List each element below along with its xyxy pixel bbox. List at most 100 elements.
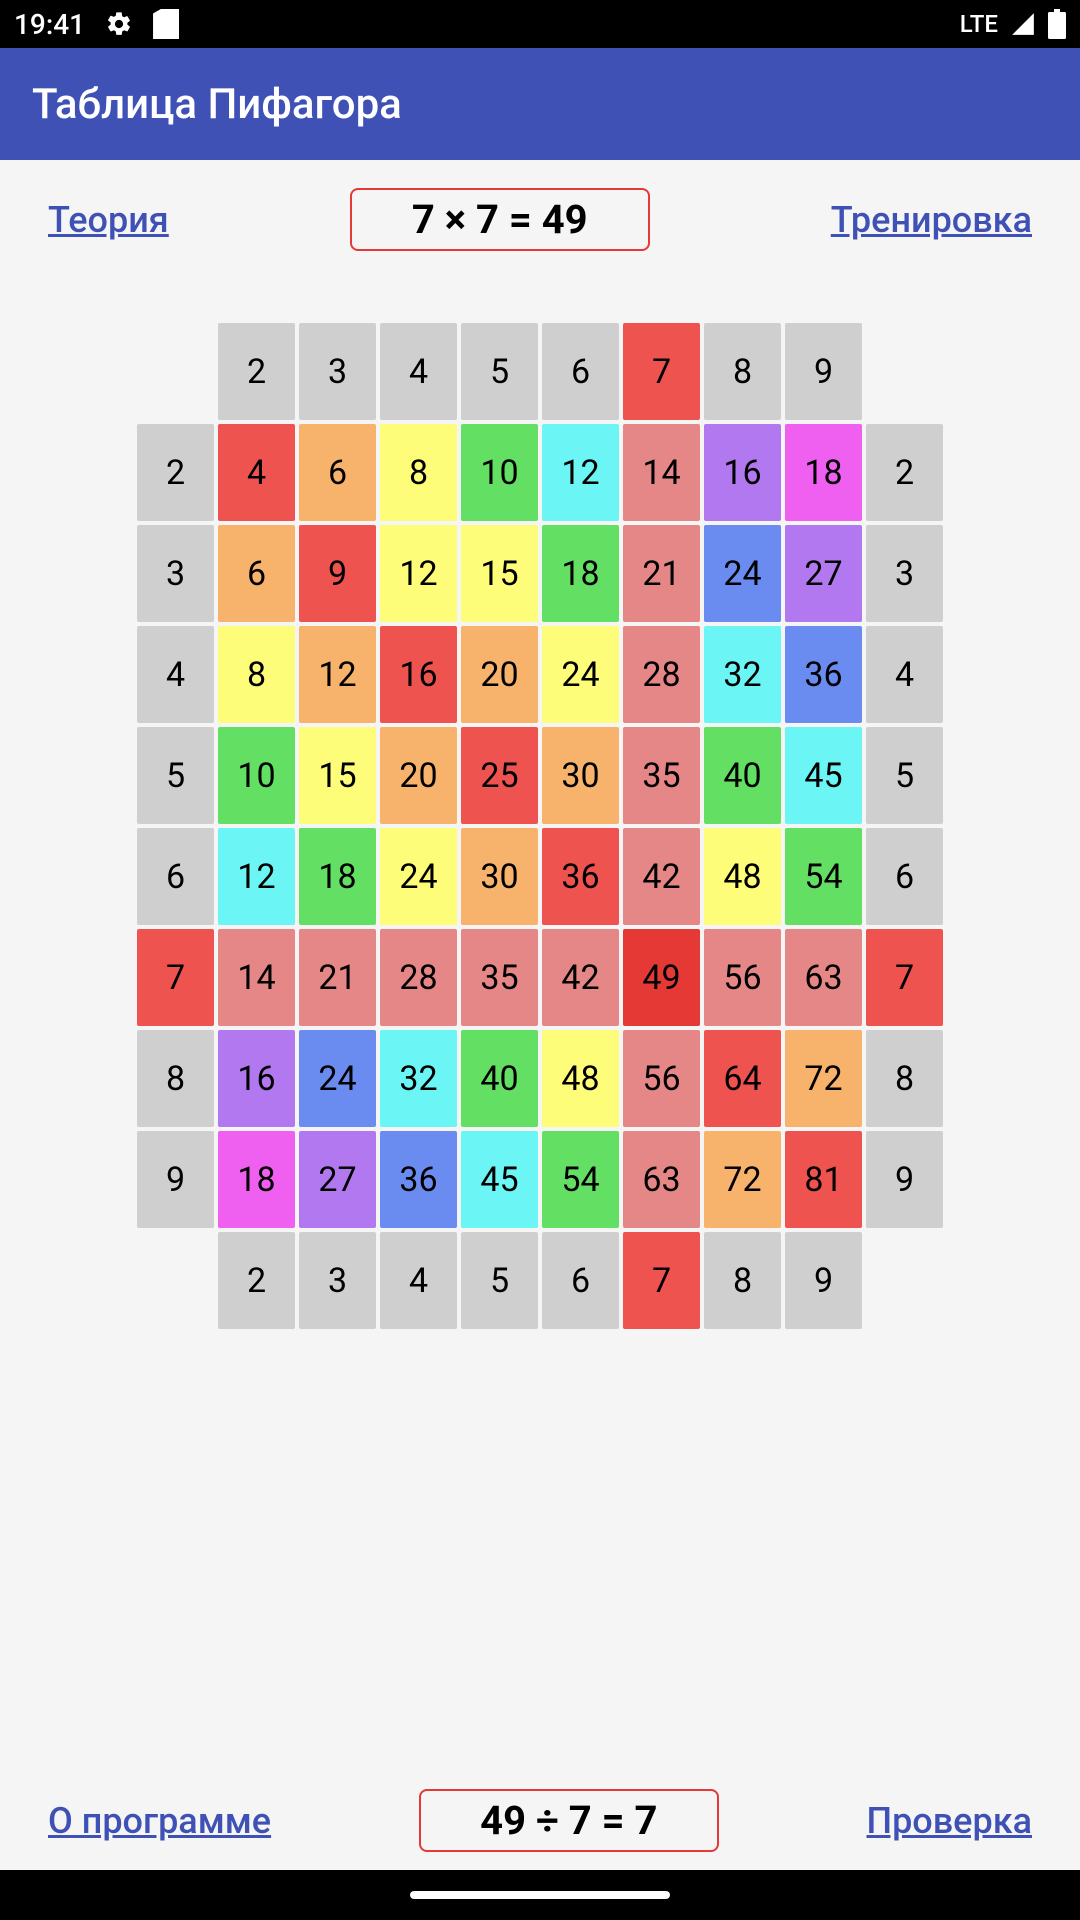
table-cell[interactable]: 49: [623, 929, 700, 1026]
row-header[interactable]: 6: [137, 828, 214, 925]
table-cell[interactable]: 72: [785, 1030, 862, 1127]
table-cell[interactable]: 12: [542, 424, 619, 521]
table-cell[interactable]: 24: [542, 626, 619, 723]
col-header[interactable]: 3: [299, 1232, 376, 1329]
table-cell[interactable]: 45: [461, 1131, 538, 1228]
table-cell[interactable]: 20: [461, 626, 538, 723]
row-header[interactable]: 3: [137, 525, 214, 622]
col-header[interactable]: 2: [218, 1232, 295, 1329]
table-cell[interactable]: 12: [218, 828, 295, 925]
table-cell[interactable]: 12: [380, 525, 457, 622]
table-cell[interactable]: 18: [785, 424, 862, 521]
table-cell[interactable]: 4: [218, 424, 295, 521]
table-cell[interactable]: 20: [380, 727, 457, 824]
table-cell[interactable]: 15: [299, 727, 376, 824]
col-header[interactable]: 4: [380, 1232, 457, 1329]
theory-link[interactable]: Теория: [48, 199, 169, 241]
table-cell[interactable]: 32: [380, 1030, 457, 1127]
table-cell[interactable]: 6: [299, 424, 376, 521]
table-cell[interactable]: 24: [299, 1030, 376, 1127]
table-cell[interactable]: 24: [380, 828, 457, 925]
table-cell[interactable]: 15: [461, 525, 538, 622]
col-header[interactable]: 6: [542, 1232, 619, 1329]
row-header[interactable]: 2: [137, 424, 214, 521]
col-header[interactable]: 2: [218, 323, 295, 420]
col-header[interactable]: 8: [704, 1232, 781, 1329]
table-cell[interactable]: 28: [623, 626, 700, 723]
row-header[interactable]: 9: [137, 1131, 214, 1228]
training-link[interactable]: Тренировка: [831, 199, 1032, 241]
col-header[interactable]: 7: [623, 323, 700, 420]
table-cell[interactable]: 35: [461, 929, 538, 1026]
table-cell[interactable]: 12: [299, 626, 376, 723]
col-header[interactable]: 5: [461, 323, 538, 420]
table-cell[interactable]: 21: [623, 525, 700, 622]
table-cell[interactable]: 64: [704, 1030, 781, 1127]
table-cell[interactable]: 10: [218, 727, 295, 824]
table-cell[interactable]: 35: [623, 727, 700, 824]
table-cell[interactable]: 54: [542, 1131, 619, 1228]
nav-home-indicator[interactable]: [410, 1891, 670, 1899]
table-cell[interactable]: 42: [542, 929, 619, 1026]
table-cell[interactable]: 24: [704, 525, 781, 622]
col-header[interactable]: 6: [542, 323, 619, 420]
row-header[interactable]: 5: [866, 727, 943, 824]
table-cell[interactable]: 63: [623, 1131, 700, 1228]
table-cell[interactable]: 48: [542, 1030, 619, 1127]
table-cell[interactable]: 16: [380, 626, 457, 723]
table-cell[interactable]: 10: [461, 424, 538, 521]
check-link[interactable]: Проверка: [867, 1800, 1032, 1842]
row-header[interactable]: 2: [866, 424, 943, 521]
table-cell[interactable]: 48: [704, 828, 781, 925]
table-cell[interactable]: 63: [785, 929, 862, 1026]
table-cell[interactable]: 42: [623, 828, 700, 925]
col-header[interactable]: 3: [299, 323, 376, 420]
table-cell[interactable]: 14: [623, 424, 700, 521]
table-cell[interactable]: 18: [218, 1131, 295, 1228]
table-cell[interactable]: 8: [218, 626, 295, 723]
table-cell[interactable]: 72: [704, 1131, 781, 1228]
row-header[interactable]: 7: [866, 929, 943, 1026]
table-cell[interactable]: 56: [704, 929, 781, 1026]
col-header[interactable]: 7: [623, 1232, 700, 1329]
table-cell[interactable]: 36: [785, 626, 862, 723]
table-cell[interactable]: 18: [299, 828, 376, 925]
row-header[interactable]: 8: [866, 1030, 943, 1127]
table-cell[interactable]: 56: [623, 1030, 700, 1127]
table-cell[interactable]: 21: [299, 929, 376, 1026]
col-header[interactable]: 5: [461, 1232, 538, 1329]
table-cell[interactable]: 81: [785, 1131, 862, 1228]
row-header[interactable]: 7: [137, 929, 214, 1026]
table-cell[interactable]: 30: [542, 727, 619, 824]
row-header[interactable]: 8: [137, 1030, 214, 1127]
table-cell[interactable]: 28: [380, 929, 457, 1026]
table-cell[interactable]: 18: [542, 525, 619, 622]
row-header[interactable]: 6: [866, 828, 943, 925]
col-header[interactable]: 8: [704, 323, 781, 420]
table-cell[interactable]: 54: [785, 828, 862, 925]
col-header[interactable]: 9: [785, 323, 862, 420]
table-cell[interactable]: 40: [704, 727, 781, 824]
col-header[interactable]: 4: [380, 323, 457, 420]
table-cell[interactable]: 36: [542, 828, 619, 925]
row-header[interactable]: 4: [866, 626, 943, 723]
table-cell[interactable]: 6: [218, 525, 295, 622]
table-cell[interactable]: 14: [218, 929, 295, 1026]
table-cell[interactable]: 27: [785, 525, 862, 622]
table-cell[interactable]: 32: [704, 626, 781, 723]
row-header[interactable]: 9: [866, 1131, 943, 1228]
row-header[interactable]: 4: [137, 626, 214, 723]
table-cell[interactable]: 25: [461, 727, 538, 824]
row-header[interactable]: 3: [866, 525, 943, 622]
table-cell[interactable]: 45: [785, 727, 862, 824]
table-cell[interactable]: 36: [380, 1131, 457, 1228]
table-cell[interactable]: 27: [299, 1131, 376, 1228]
table-cell[interactable]: 16: [704, 424, 781, 521]
table-cell[interactable]: 8: [380, 424, 457, 521]
col-header[interactable]: 9: [785, 1232, 862, 1329]
table-cell[interactable]: 40: [461, 1030, 538, 1127]
table-cell[interactable]: 30: [461, 828, 538, 925]
table-cell[interactable]: 16: [218, 1030, 295, 1127]
row-header[interactable]: 5: [137, 727, 214, 824]
table-cell[interactable]: 9: [299, 525, 376, 622]
